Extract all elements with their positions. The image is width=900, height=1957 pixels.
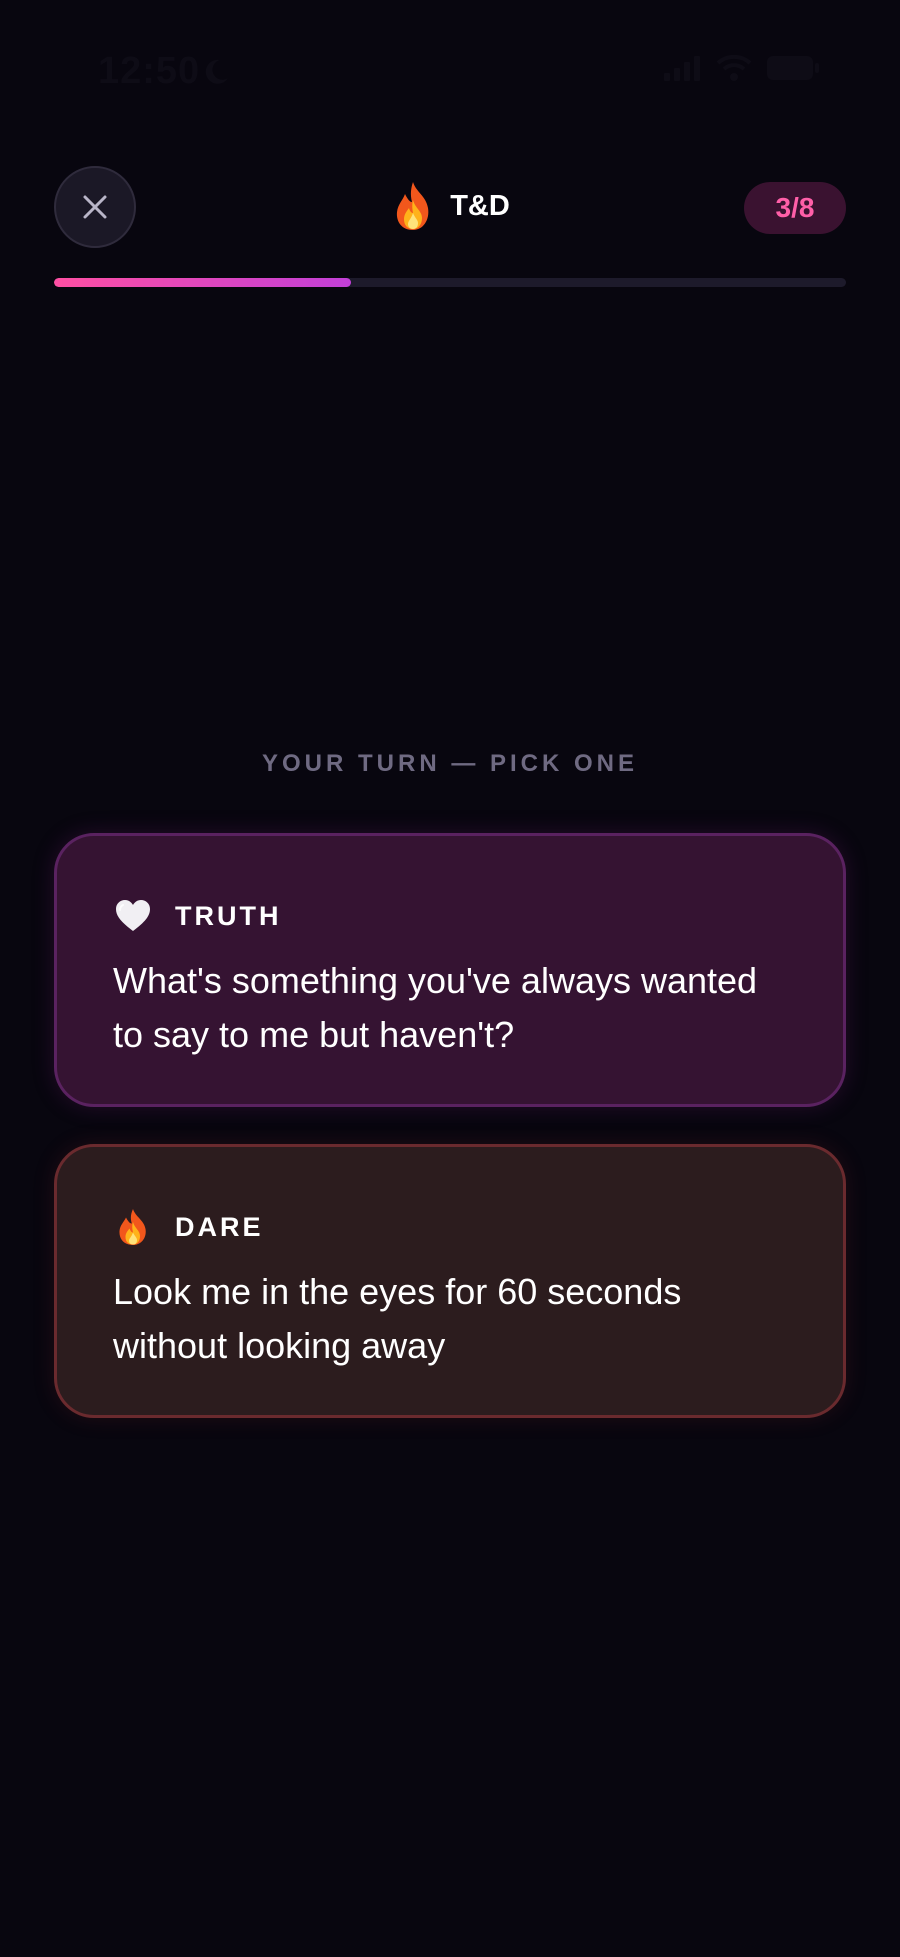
dare-card[interactable]: DARE Look me in the eyes for 60 seconds … [54,1144,846,1418]
progress-count-badge: 3/8 [744,182,846,234]
truth-card-text: What's something you've always wanted to… [113,960,758,1055]
page-title: T&D [450,189,510,222]
turn-prompt: YOUR TURN — PICK ONE [261,750,638,777]
status-time: 12:50 [98,50,201,92]
status-icons [664,54,820,82]
cellular-signal-icon [664,56,700,81]
wifi-icon [716,54,752,81]
flame-icon [397,182,429,230]
truth-card-label: TRUTH [175,900,282,931]
dare-card-text: Look me in the eyes for 60 seconds witho… [113,1271,682,1366]
truth-card[interactable]: TRUTH What's something you've always wan… [54,833,846,1107]
battery-icon [767,56,819,80]
progress-bar [54,278,846,287]
flame-icon [119,1209,146,1245]
truth-card-header: TRUTH [113,896,787,936]
focus-moon-icon [205,59,228,84]
status-bar: 12:50 [0,0,900,150]
progress-bar-fill [54,278,351,287]
dare-card-label: DARE [175,1211,264,1242]
white-heart-icon [116,900,150,931]
dare-card-header: DARE [113,1207,787,1247]
